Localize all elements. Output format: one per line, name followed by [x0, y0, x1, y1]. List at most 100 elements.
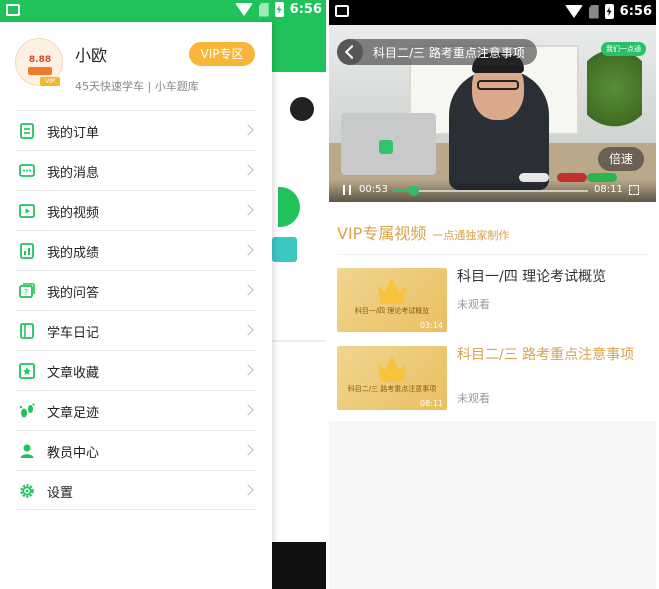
- menu-item-label: 教员中心: [47, 446, 100, 461]
- score-icon: [20, 243, 34, 259]
- chevron-right-icon: [242, 204, 254, 216]
- menu-item-instructor[interactable]: 教员中心: [16, 430, 256, 470]
- username: 小欧: [75, 46, 108, 65]
- star-icon: [19, 363, 35, 379]
- menu-item-label: 我的成绩: [47, 246, 100, 261]
- drawer-menu: 我的订单 我的消息 我的视频 我的成绩 ? 我的问答 学车日记 文章收藏 文章足…: [16, 110, 256, 510]
- video-thumbnail[interactable]: 科目一/四 理论考试概览 03:14: [337, 268, 447, 332]
- order-icon: [20, 123, 34, 139]
- video-item-title: 科目二/三 路考重点注意事项: [457, 347, 635, 363]
- chevron-right-icon: [242, 484, 254, 496]
- footprint-icon: [19, 403, 35, 418]
- playback-speed-button[interactable]: 倍速: [598, 147, 644, 171]
- video-frame-plant: [587, 50, 642, 145]
- vip-section-title: VIP专属视频: [337, 224, 427, 243]
- menu-item-label: 我的订单: [47, 126, 100, 141]
- chevron-right-icon: [242, 284, 254, 296]
- fullscreen-icon[interactable]: [629, 185, 639, 195]
- menu-item-label: 我的视频: [47, 206, 100, 221]
- chevron-right-icon: [242, 164, 254, 176]
- vip-video-panel: VIP专属视频 一点通独家制作 科目一/四 理论考试概览 03:14 科目一/四…: [329, 202, 656, 421]
- navigation-drawer: 8.88 VIP 小欧 45天快速学车 | 小车题库 VIP专区 我的订单 我的…: [0, 22, 272, 589]
- sim-icon: [258, 2, 269, 17]
- bg-bottom-bar: [272, 542, 326, 589]
- menu-item-label: 我的问答: [47, 286, 100, 301]
- status-icons: 6:56: [564, 4, 652, 19]
- vip-section-header: VIP专属视频 一点通独家制作: [337, 220, 509, 244]
- chevron-right-icon: [242, 404, 254, 416]
- menu-item-qa[interactable]: ? 我的问答: [16, 270, 256, 310]
- bg-avatar: [290, 97, 314, 121]
- menu-item-diary[interactable]: 学车日记: [16, 310, 256, 350]
- avatar-amount: 8.88: [28, 55, 52, 65]
- chevron-right-icon: [242, 364, 254, 376]
- avatar-tag: [28, 67, 52, 75]
- chevron-right-icon: [242, 244, 254, 256]
- menu-item-label: 学车日记: [47, 326, 100, 341]
- chevron-right-icon: [242, 444, 254, 456]
- status-bar: 6:56: [0, 0, 326, 22]
- thumbnail-caption: 科目二/三 路考重点注意事项: [347, 385, 437, 393]
- profile-header[interactable]: 8.88 VIP 小欧 45天快速学车 | 小车题库 VIP专区: [0, 22, 272, 110]
- status-icons: 6:56: [234, 2, 322, 17]
- vip-section-subtitle: 一点通独家制作: [432, 229, 510, 242]
- menu-item-videos[interactable]: 我的视频: [16, 190, 256, 230]
- profile-subtitle: 45天快速学车 | 小车题库: [75, 80, 199, 93]
- playback-controls: 00:53 08:11: [329, 180, 656, 202]
- crown-icon: [378, 356, 406, 382]
- vip-video-item[interactable]: 科目一/四 理论考试概览 03:14 科目一/四 理论考试概览 未观看: [337, 268, 648, 332]
- bg-header: [272, 22, 326, 72]
- current-time: 00:53: [359, 184, 388, 195]
- thumbnail-caption: 科目一/四 理论考试概览: [354, 307, 430, 315]
- bg-divider: [272, 340, 326, 342]
- video-player[interactable]: 科目二/三 路考重点注意事项 我们一点通 倍速 00:53 08:11: [329, 25, 656, 202]
- qa-icon: ?: [19, 283, 35, 298]
- brand-watermark: 我们一点通: [601, 42, 646, 56]
- video-thumbnail[interactable]: 科目二/三 路考重点注意事项 08:11: [337, 346, 447, 410]
- video-duration: 08:11: [419, 399, 443, 408]
- diary-icon: [20, 323, 34, 339]
- watch-status: 未观看: [457, 298, 490, 311]
- bg-card-green: [278, 187, 300, 227]
- watch-status: 未观看: [457, 392, 490, 405]
- video-frame-presenter-glasses: [477, 80, 519, 90]
- chevron-right-icon: [242, 124, 254, 136]
- vip-zone-button[interactable]: VIP专区: [189, 42, 255, 66]
- total-time: 08:11: [594, 184, 623, 195]
- vip-video-item-active[interactable]: 科目二/三 路考重点注意事项 08:11 科目二/三 路考重点注意事项 未观看: [337, 346, 648, 410]
- menu-item-label: 设置: [47, 486, 74, 501]
- gear-icon: [20, 484, 34, 498]
- bg-card-teal: [272, 237, 297, 262]
- seek-bar-handle[interactable]: [409, 186, 420, 196]
- background-app[interactable]: [272, 22, 326, 589]
- user-icon: [20, 444, 34, 458]
- video-duration: 03:14: [419, 321, 443, 330]
- battery-icon: [274, 2, 284, 17]
- video-title-bar: 科目二/三 路考重点注意事项: [337, 39, 537, 65]
- gallery-notification-icon: [6, 4, 20, 16]
- sim-icon: [588, 4, 599, 19]
- menu-item-label: 文章足迹: [47, 406, 100, 421]
- menu-item-label: 文章收藏: [47, 366, 100, 381]
- wifi-icon: [234, 3, 253, 16]
- status-bar: 6:56: [329, 0, 656, 25]
- divider: [337, 254, 648, 255]
- menu-item-scores[interactable]: 我的成绩: [16, 230, 256, 270]
- status-time: 6:56: [619, 4, 652, 19]
- wifi-icon: [564, 5, 583, 18]
- video-item-title: 科目一/四 理论考试概览: [457, 269, 607, 285]
- video-icon: [19, 204, 35, 218]
- menu-item-favorites[interactable]: 文章收藏: [16, 350, 256, 390]
- menu-item-settings[interactable]: 设置: [16, 470, 256, 510]
- video-frame-laptop-logo: [379, 140, 393, 154]
- menu-item-footprints[interactable]: 文章足迹: [16, 390, 256, 430]
- gallery-notification-icon: [335, 5, 349, 17]
- pause-icon[interactable]: [343, 185, 351, 195]
- menu-item-messages[interactable]: 我的消息: [16, 150, 256, 190]
- avatar-vip-badge: VIP: [40, 77, 60, 86]
- svg-text:?: ?: [24, 288, 28, 297]
- menu-item-orders[interactable]: 我的订单: [16, 110, 256, 150]
- back-arrow-icon[interactable]: [337, 39, 363, 65]
- avatar[interactable]: 8.88 VIP: [15, 38, 63, 86]
- seek-bar[interactable]: [393, 186, 588, 196]
